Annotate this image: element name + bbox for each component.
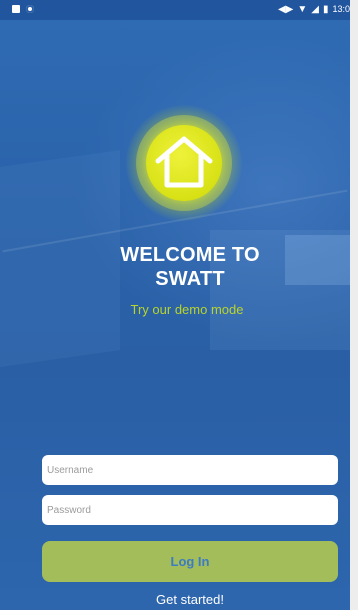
home-icon <box>155 136 213 188</box>
welcome-title: WELCOME TO SWATT <box>0 243 350 291</box>
demo-mode-link[interactable]: Try our demo mode <box>0 302 350 318</box>
login-button[interactable]: Log In <box>42 541 338 582</box>
get-started-link[interactable]: Get started! <box>0 592 350 608</box>
wifi-icon: ▼ <box>297 3 308 15</box>
password-input[interactable] <box>42 495 338 525</box>
welcome-line-1: WELCOME TO <box>120 244 260 266</box>
battery-icon: ▮ <box>322 3 329 15</box>
screen-edge <box>350 0 358 610</box>
app-screen: ◀▶ ▼ ◢ ▮ 13:0 WELCOME TO SWATT Try our d… <box>0 0 350 610</box>
status-time: 13:0 <box>332 4 350 14</box>
app-logo <box>146 125 222 201</box>
signal-icon: ◢ <box>311 3 319 15</box>
vibrate-icon: ◀▶ <box>277 3 294 15</box>
notification-square-icon <box>12 5 20 13</box>
welcome-line-2: SWATT <box>155 268 225 290</box>
username-input[interactable] <box>42 455 338 485</box>
status-bar: ◀▶ ▼ ◢ ▮ 13:0 <box>0 0 350 20</box>
sync-circle-icon <box>26 5 34 13</box>
